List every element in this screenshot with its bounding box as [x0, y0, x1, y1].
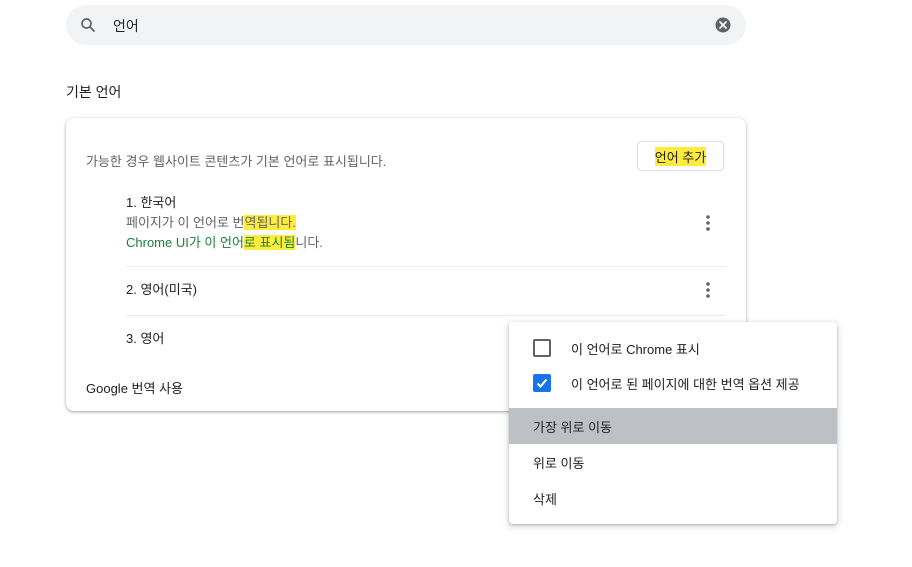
divider: [126, 266, 726, 267]
display-chrome-checkbox[interactable]: [533, 339, 551, 357]
search-input[interactable]: 언어: [113, 16, 139, 36]
menu-offer-translate-option[interactable]: 이 언어로 된 페이지에 대한 번역 옵션 제공: [533, 373, 800, 393]
ui-language-status: Chrome UI가 이 언어로 표시됨니다.: [126, 235, 323, 250]
search-icon: [81, 18, 95, 32]
divider: [126, 315, 726, 316]
menu-item-move-to-top[interactable]: 가장 위로 이동: [509, 408, 837, 444]
menu-item-move-up[interactable]: 위로 이동: [509, 444, 837, 480]
translate-status: 페이지가 이 언어로 번역됩니다.: [126, 215, 296, 230]
languages-description: 가능한 경우 웹사이트 콘텐츠가 기본 언어로 표시됩니다.: [86, 154, 387, 169]
offer-translate-checkbox[interactable]: [533, 374, 551, 392]
checkmark-icon: [536, 378, 548, 388]
more-options-icon[interactable]: [698, 213, 718, 233]
add-language-label: 언어 추가: [654, 146, 707, 166]
more-options-icon[interactable]: [698, 280, 718, 300]
menu-item-label: 가장 위로 이동: [533, 419, 612, 435]
menu-item-label: 위로 이동: [533, 455, 585, 471]
offer-translate-label: 이 언어로 된 페이지에 대한 번역 옵션 제공: [571, 376, 800, 392]
clear-search-icon[interactable]: [714, 16, 732, 34]
language-name: 2. 영어(미국): [126, 282, 197, 297]
display-chrome-label: 이 언어로 Chrome 표시: [571, 341, 700, 357]
menu-item-label: 삭제: [533, 491, 557, 507]
google-translate-label: Google 번역 사용: [86, 381, 183, 396]
add-language-button[interactable]: 언어 추가: [637, 141, 724, 171]
menu-item-remove[interactable]: 삭제: [509, 480, 837, 516]
section-title: 기본 언어: [66, 84, 122, 100]
search-bar[interactable]: 언어: [66, 5, 746, 45]
language-name: 1. 한국어: [126, 195, 177, 210]
language-row-english-us: 2. 영어(미국): [126, 280, 726, 300]
language-context-menu: 이 언어로 Chrome 표시 이 언어로 된 페이지에 대한 번역 옵션 제공…: [509, 322, 837, 524]
language-row-korean: 1. 한국어 페이지가 이 언어로 번역됩니다. Chrome UI가 이 언어…: [126, 193, 726, 253]
menu-display-chrome-option[interactable]: 이 언어로 Chrome 표시: [533, 338, 700, 358]
